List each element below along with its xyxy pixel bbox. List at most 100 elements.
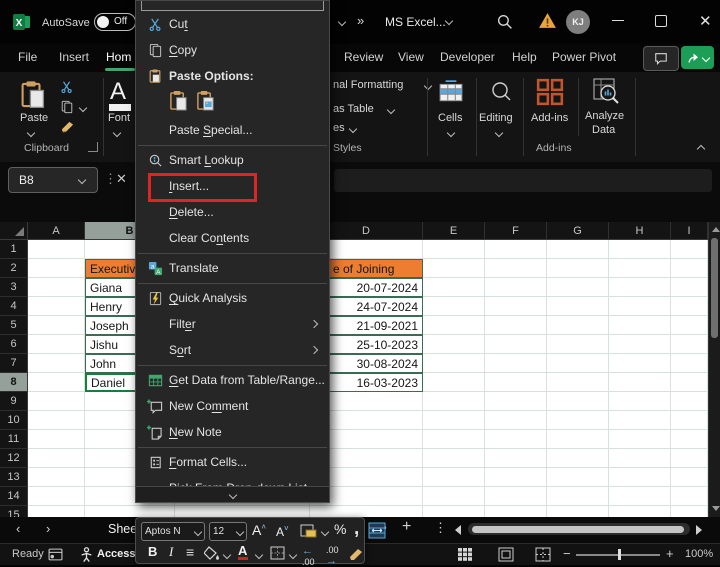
select-all-button[interactable] xyxy=(0,222,28,240)
cut-icon[interactable] xyxy=(60,80,74,99)
menu-item-filter[interactable]: Filter xyxy=(136,311,329,337)
number-format-icon[interactable] xyxy=(300,523,317,544)
number-format-chevron-icon[interactable] xyxy=(321,528,329,536)
editing-chevron-icon[interactable] xyxy=(495,129,503,137)
menu-item-get-data-from-table-range[interactable]: Get Data from Table/Range... xyxy=(136,367,329,393)
bold-button[interactable]: B xyxy=(148,544,157,559)
row-header-6[interactable]: 6 xyxy=(0,335,28,354)
column-header-G[interactable]: G xyxy=(547,222,609,240)
horizontal-scroll-thumb[interactable] xyxy=(472,526,684,533)
menu-item-paste-options[interactable]: Paste Options: xyxy=(136,63,329,89)
font-size-select[interactable]: 12 xyxy=(209,522,247,541)
font-name-select[interactable]: Aptos N xyxy=(141,522,205,541)
search-icon[interactable] xyxy=(496,13,513,35)
accessibility-icon[interactable] xyxy=(80,547,93,565)
tab-view[interactable]: View xyxy=(398,50,424,64)
scroll-up-icon[interactable] xyxy=(712,227,720,232)
name-box[interactable]: B8 xyxy=(8,167,98,193)
minimize-icon[interactable] xyxy=(612,20,624,21)
more-commands-icon[interactable]: » xyxy=(357,13,364,28)
row-header-13[interactable]: 13 xyxy=(0,468,28,487)
borders-chevron-icon[interactable] xyxy=(289,551,297,559)
tab-review[interactable]: Review xyxy=(344,50,383,64)
tab-home[interactable]: Hom xyxy=(106,50,131,64)
paste-chevron-icon[interactable] xyxy=(27,129,35,137)
tab-power-pivot[interactable]: Power Pivot xyxy=(552,50,616,64)
menu-item-translate[interactable]: aATranslate xyxy=(136,255,329,281)
format-painter-mini-icon[interactable] xyxy=(348,547,364,566)
analyze-data-label-line1[interactable]: Analyze xyxy=(585,110,624,122)
autosave-toggle[interactable]: Off xyxy=(94,13,136,31)
new-sheet-icon[interactable]: + xyxy=(402,518,411,536)
borders-icon[interactable] xyxy=(270,546,285,565)
page-break-view-icon[interactable] xyxy=(535,547,551,565)
row-header-14[interactable]: 14 xyxy=(0,487,28,506)
column-header-F[interactable]: F xyxy=(485,222,547,240)
menu-item-new-note[interactable]: New Note xyxy=(136,419,329,445)
collapse-ribbon-icon[interactable] xyxy=(697,145,705,153)
cancel-icon[interactable]: ✕ xyxy=(116,171,127,187)
italic-button[interactable]: I xyxy=(169,544,173,560)
tab-bar-grip-icon[interactable]: ⋮ xyxy=(434,520,447,536)
menu-item-smart-lookup[interactable]: Smart Lookup xyxy=(136,147,329,173)
fill-color-icon[interactable] xyxy=(204,546,220,565)
cells-chevron-icon[interactable] xyxy=(447,129,455,137)
page-layout-view-icon[interactable] xyxy=(498,547,514,565)
font-color-chevron-icon[interactable] xyxy=(255,551,263,559)
editing-label[interactable]: Editing xyxy=(479,112,513,124)
copy-icon[interactable] xyxy=(60,100,74,119)
row-header-4[interactable]: 4 xyxy=(0,297,28,316)
tab-file[interactable]: File xyxy=(18,50,37,64)
cells-label[interactable]: Cells xyxy=(438,112,462,124)
vertical-scrollbar[interactable] xyxy=(708,222,720,517)
menu-item-clear-contents[interactable]: Clear Contents xyxy=(136,225,329,251)
tab-help[interactable]: Help xyxy=(512,50,537,64)
close-icon[interactable]: ✕ xyxy=(699,12,712,30)
comma-style-button[interactable]: , xyxy=(354,518,359,540)
row-header-7[interactable]: 7 xyxy=(0,354,28,373)
format-painter-icon[interactable] xyxy=(60,120,75,139)
normal-view-icon[interactable] xyxy=(457,547,473,565)
menu-item-quick-analysis[interactable]: Quick Analysis xyxy=(136,285,329,311)
merge-center-icon[interactable] xyxy=(368,522,386,544)
warning-icon[interactable] xyxy=(538,12,557,34)
title-chevron-icon[interactable] xyxy=(445,17,453,25)
copy-chevron-icon[interactable] xyxy=(79,104,87,112)
next-sheet-icon[interactable]: › xyxy=(46,521,50,536)
menu-item-format-cells[interactable]: Format Cells... xyxy=(136,449,329,475)
row-header-3[interactable]: 3 xyxy=(0,278,28,297)
prev-sheet-icon[interactable]: ‹ xyxy=(16,521,20,536)
tab-insert[interactable]: Insert xyxy=(59,50,89,64)
analyze-data-label-line2[interactable]: Data xyxy=(592,124,615,136)
menu-item-copy[interactable]: Copy xyxy=(136,37,329,63)
column-header-I[interactable]: I xyxy=(671,222,708,240)
vertical-scroll-thumb[interactable] xyxy=(711,238,718,338)
tab-developer[interactable]: Developer xyxy=(440,50,495,64)
zoom-in-icon[interactable]: + xyxy=(666,546,674,561)
horizontal-scrollbar[interactable] xyxy=(468,523,690,535)
formula-input[interactable] xyxy=(334,169,712,192)
row-header-8[interactable]: 8 xyxy=(0,373,28,392)
hscroll-left-icon[interactable] xyxy=(455,525,461,535)
menu-item-new-comment[interactable]: New Comment xyxy=(136,393,329,419)
row-header-11[interactable]: 11 xyxy=(0,430,28,449)
sheet-tab[interactable]: Shee xyxy=(108,522,137,536)
comments-button[interactable] xyxy=(643,46,679,71)
font-color-button[interactable]: A xyxy=(238,543,247,558)
format-as-table-label-partial[interactable]: as Table xyxy=(333,103,374,115)
row-header-2[interactable]: 2 xyxy=(0,259,28,278)
row-header-9[interactable]: 9 xyxy=(0,392,28,411)
avatar[interactable]: KJ xyxy=(566,10,590,34)
zoom-out-icon[interactable]: − xyxy=(563,546,571,561)
clipboard-dialog-launcher-icon[interactable] xyxy=(88,142,98,152)
shrink-font-button[interactable]: A˅ xyxy=(276,524,289,539)
context-menu-more[interactable] xyxy=(136,486,329,502)
hscroll-right-icon[interactable] xyxy=(696,525,702,535)
paste-picture-icon[interactable] xyxy=(196,90,215,117)
fill-color-chevron-icon[interactable] xyxy=(223,551,231,559)
row-header-1[interactable]: 1 xyxy=(0,240,28,259)
add-ins-label[interactable]: Add-ins xyxy=(531,112,568,124)
menu-item-cut[interactable]: Cut xyxy=(136,11,329,37)
column-header-A[interactable]: A xyxy=(28,222,85,240)
menu-item-paste-special[interactable]: Paste Special... xyxy=(136,117,329,143)
